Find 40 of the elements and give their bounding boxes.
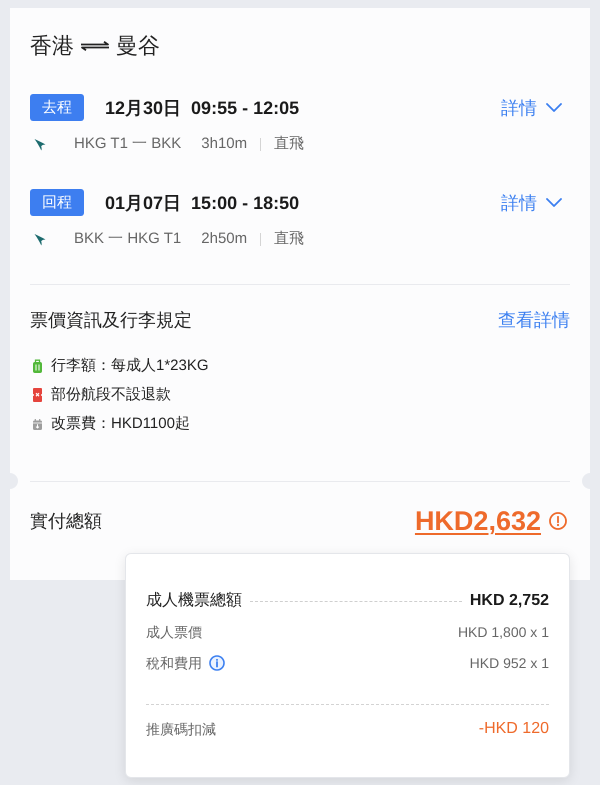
- origin-city: 香港: [30, 34, 74, 58]
- chevron-down-icon: [546, 198, 562, 207]
- price-value: -HKD 120: [478, 719, 549, 739]
- wing-icon: [34, 138, 46, 150]
- price-label: 成人票價: [146, 623, 202, 642]
- details-link[interactable]: 詳情: [501, 192, 562, 214]
- fare-rule-text: 部份航段不設退款: [51, 385, 171, 405]
- total-label: 實付總額: [30, 510, 102, 533]
- flight-date: 12月30日: [105, 96, 182, 118]
- fare-rule-text: 行李額：每成人1*23KG: [51, 356, 209, 376]
- flight-time: 09:55 - 12:05: [191, 96, 300, 118]
- chevron-down-icon: [546, 103, 562, 112]
- price-value: HKD 1,800 x 1: [458, 623, 549, 642]
- total-amount-link[interactable]: HKD2,632: [414, 505, 541, 537]
- details-link[interactable]: 詳情: [501, 96, 562, 118]
- view-details-link[interactable]: 查看詳情: [498, 308, 570, 332]
- double-arrow-icon: [80, 41, 110, 51]
- fare-rule-text: 改票費：HKD1100起: [51, 414, 190, 434]
- flight-time: 15:00 - 18:50: [191, 192, 300, 214]
- price-value: HKD 952 x 1: [470, 654, 549, 673]
- stop-type: 直飛: [274, 229, 304, 249]
- flight-duration: 3h10m: [201, 134, 248, 154]
- price-value: HKD 2,752: [470, 591, 549, 611]
- flight-duration: 2h50m: [201, 229, 248, 249]
- price-label: 成人機票總額: [146, 591, 242, 611]
- flight-route: HKG T1 一 BKK: [74, 134, 182, 154]
- price-label: 推廣碼扣減: [146, 720, 216, 739]
- wing-icon: [34, 232, 46, 246]
- exclamation-circle-icon: [549, 512, 567, 530]
- flight-date: 01月07日: [105, 192, 182, 214]
- section-title: 票價資訊及行李規定: [30, 309, 192, 332]
- flight-route: BKK 一 HKG T1: [74, 229, 182, 249]
- destination-city: 曼谷: [116, 34, 160, 58]
- ticket-cross-icon: [33, 388, 42, 402]
- suitcase-icon: [33, 359, 42, 373]
- stop-type: 直飛: [274, 134, 304, 154]
- trip-badge: 去程: [30, 94, 84, 121]
- trip-badge: 回程: [30, 189, 84, 216]
- calendar-icon: [33, 418, 42, 430]
- price-label: 稅和費用: [146, 654, 202, 673]
